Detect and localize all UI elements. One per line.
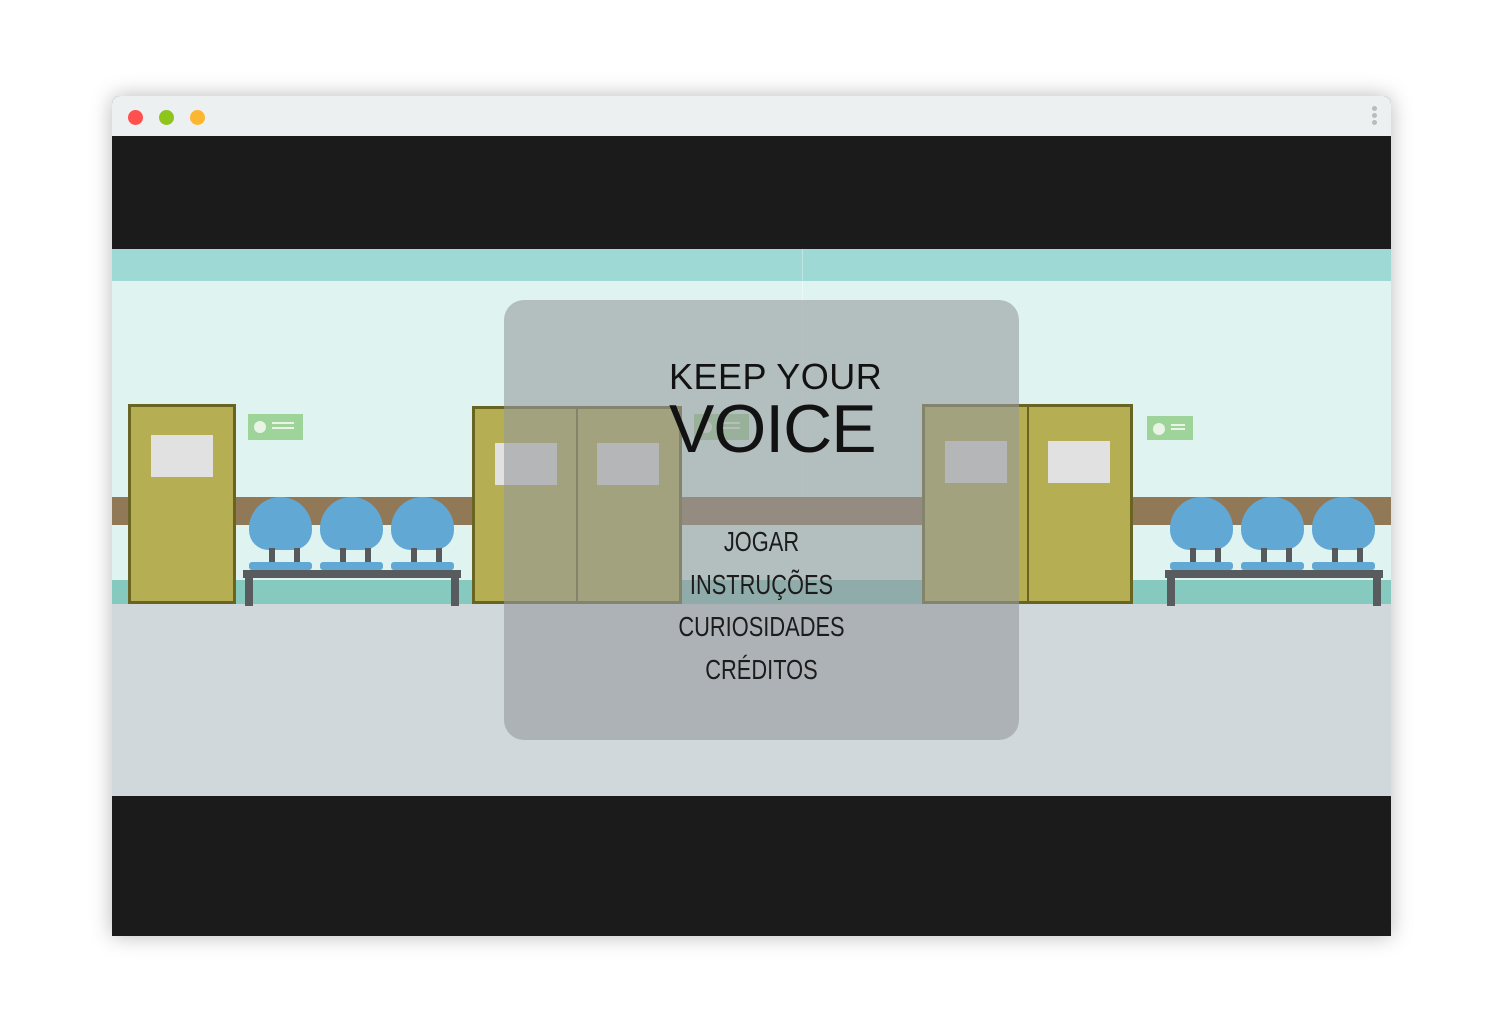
bench <box>243 570 461 578</box>
game-logo: KEEP YOUR VOICE <box>669 358 882 464</box>
window-titlebar <box>112 96 1391 136</box>
menu-item-jogar[interactable]: JOGAR <box>561 521 963 564</box>
main-menu: JOGAR INSTRUÇÕES CURIOSIDADES CRÉDITOS <box>504 521 1019 691</box>
menu-item-instrucoes[interactable]: INSTRUÇÕES <box>561 564 963 607</box>
maximize-window-button[interactable] <box>190 110 205 125</box>
menu-item-curiosidades[interactable]: CURIOSIDADES <box>561 606 963 649</box>
door-left <box>128 404 236 604</box>
logo-line-2: VOICE <box>669 395 877 463</box>
exit-sign-icon <box>248 414 303 440</box>
wall-top-stripe <box>112 249 1391 281</box>
exit-sign-icon <box>1147 416 1193 440</box>
logo-voice-text: VOICE <box>669 391 877 467</box>
browser-window: KEEP YOUR VOICE JOGAR INSTRUÇÕES CURIOSI… <box>112 96 1391 936</box>
menu-item-creditos[interactable]: CRÉDITOS <box>561 649 963 692</box>
more-options-icon[interactable] <box>1369 105 1379 129</box>
bench <box>1165 570 1383 578</box>
minimize-window-button[interactable] <box>159 110 174 125</box>
close-window-button[interactable] <box>128 110 143 125</box>
